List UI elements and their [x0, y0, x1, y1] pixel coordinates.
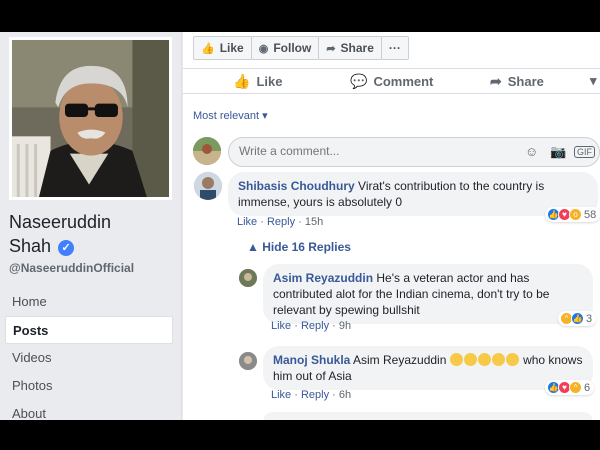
reply-like-link[interactable]: Like	[271, 320, 291, 332]
share-arrow-icon: ➦	[490, 72, 502, 89]
left-sidebar: Naseeruddin Shah ✓ @NaseeruddinOfficial …	[0, 32, 182, 420]
haha-reaction-icon: ^	[569, 381, 582, 394]
reaction-count: 6	[584, 381, 591, 394]
post-share-button[interactable]: ➦ Share	[490, 73, 544, 90]
comment-like-link[interactable]: Like	[237, 216, 257, 228]
reply-time[interactable]: 6h	[339, 389, 351, 401]
comment-composer[interactable]: ☺ 📷 GIF	[228, 137, 600, 167]
post-options-icon[interactable]: ▾	[590, 73, 597, 89]
nav-item-videos[interactable]: Videos	[5, 344, 173, 372]
wow-reaction-icon: o	[569, 208, 582, 221]
nav-item-photos[interactable]: Photos	[5, 372, 173, 400]
reply-author[interactable]: Manoj Shukla	[273, 353, 350, 367]
comment-bubble: Shibasis Choudhury Virat's contribution …	[228, 172, 598, 216]
reply-bubble: Manoj Shukla Asim Reyazuddin who knows h…	[263, 346, 593, 390]
nav-item-posts[interactable]: Posts	[5, 316, 173, 344]
follow-label: Follow	[273, 41, 312, 55]
hide-replies-link[interactable]: ▲ Hide 16 Replies	[247, 240, 351, 254]
reaction-count: 3	[586, 312, 593, 325]
laughing-emoji-icon	[449, 353, 520, 367]
verified-badge-icon: ✓	[58, 240, 75, 256]
nav-item-about[interactable]: About	[5, 400, 173, 420]
chevron-up-icon: ▲	[247, 240, 259, 254]
main-feed: 👍 Like ◉ Follow ➦ Share ··· 👍 Like 💬 Com…	[183, 32, 600, 420]
hide-replies-label: Hide 16 Replies	[262, 240, 351, 254]
comment-meta: Like · Reply · 15h	[237, 216, 324, 228]
page-name-line1: Naseeruddin	[9, 212, 112, 232]
page-handle[interactable]: @NaseeruddinOfficial	[9, 261, 134, 275]
comment-reply-link[interactable]: Reply	[267, 216, 295, 228]
profile-picture[interactable]	[9, 37, 172, 200]
avatar[interactable]	[239, 269, 257, 287]
reply-time[interactable]: 9h	[339, 320, 351, 332]
avatar[interactable]	[239, 352, 257, 370]
page-like-button[interactable]: 👍 Like	[193, 36, 252, 60]
reaction-count: 58	[584, 208, 597, 221]
gif-icon[interactable]: GIF	[574, 146, 595, 158]
share-arrow-icon: ➦	[326, 42, 336, 55]
more-options-label: ···	[388, 41, 401, 55]
emoji-icon[interactable]: ☺	[525, 144, 538, 159]
reply-reply-link[interactable]: Reply	[301, 320, 329, 332]
camera-icon[interactable]: 📷	[550, 144, 566, 160]
follow-button[interactable]: ◉ Follow	[250, 36, 320, 60]
more-options-button[interactable]: ···	[380, 36, 409, 60]
reply-like-link[interactable]: Like	[271, 389, 291, 401]
page-name-line2: Shah	[9, 236, 52, 256]
facebook-page: Naseeruddin Shah ✓ @NaseeruddinOfficial …	[0, 32, 600, 420]
post-like-label: Like	[256, 73, 283, 89]
post-comment-label: Comment	[373, 73, 434, 89]
speech-bubble-icon: 💬	[350, 72, 368, 89]
reply-meta: Like · Reply · 6h	[271, 389, 352, 401]
reply-reply-link[interactable]: Reply	[301, 389, 329, 401]
thumbs-up-icon: 👍	[233, 72, 251, 89]
avatar[interactable]	[194, 172, 222, 200]
page-share-button[interactable]: ➦ Share	[318, 36, 382, 60]
comment-input[interactable]	[239, 144, 509, 158]
reply-meta: Like · Reply · 9h	[271, 320, 352, 332]
comment-time[interactable]: 15h	[305, 216, 323, 228]
nav-item-home[interactable]: Home	[5, 288, 173, 316]
reply-bubble: Asim Reyazuddin He's a veteran actor and…	[263, 264, 593, 324]
page-title[interactable]: Naseeruddin Shah ✓	[9, 210, 174, 258]
rss-icon: ◉	[258, 42, 269, 55]
current-user-avatar	[193, 137, 221, 165]
reply-mention[interactable]: Asim Reyazuddin	[353, 353, 446, 367]
like-reaction-icon: 👍	[571, 312, 584, 325]
page-share-label: Share	[340, 41, 374, 55]
post-action-row: 👍 Like 💬 Comment ➦ Share ▾	[183, 68, 600, 94]
post-like-button[interactable]: 👍 Like	[233, 73, 282, 90]
post-share-label: Share	[507, 73, 544, 89]
comment-author[interactable]: Shibasis Choudhury	[238, 179, 355, 193]
thumbs-up-icon: 👍	[201, 42, 215, 55]
reply-bubble	[263, 412, 593, 420]
reply-author[interactable]: Asim Reyazuddin	[273, 271, 373, 285]
page-action-bar: 👍 Like ◉ Follow ➦ Share ···	[193, 36, 409, 60]
page-nav: Home Posts Videos Photos About	[5, 288, 173, 420]
page-like-label: Like	[219, 41, 244, 55]
reaction-summary[interactable]: ^ 👍 3	[558, 311, 597, 326]
reaction-summary[interactable]: 👍 ♥ ^ 6	[545, 380, 595, 395]
comment-sort-dropdown[interactable]: Most relevant ▾	[193, 109, 268, 122]
post-comment-button[interactable]: 💬 Comment	[350, 73, 433, 90]
reaction-summary[interactable]: 👍 ♥ o 58	[545, 207, 600, 222]
